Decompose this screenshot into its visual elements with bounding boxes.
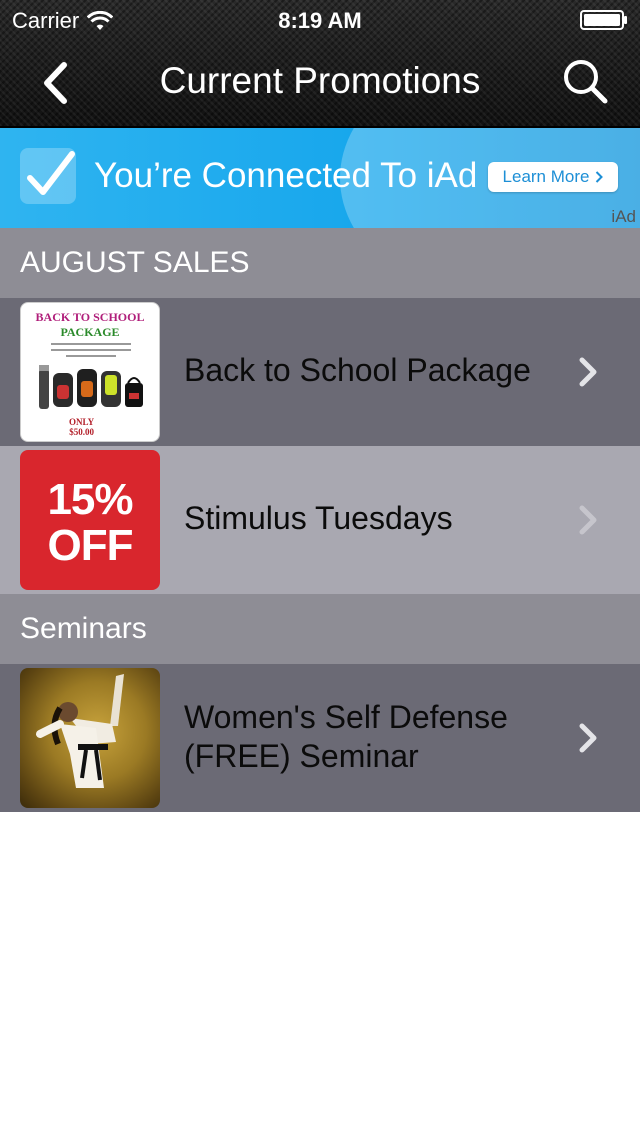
search-icon xyxy=(564,60,608,104)
section-header-seminars: Seminars xyxy=(0,594,640,664)
chevron-right-icon xyxy=(596,171,604,183)
app-header: Carrier 8:19 AM Current Promotions xyxy=(0,0,640,128)
thumb-fine-print xyxy=(66,355,116,357)
learn-more-label: Learn More xyxy=(502,167,590,186)
chevron-right-icon xyxy=(579,357,597,387)
thumb-price: ONLY $50.00 xyxy=(69,417,94,437)
navigation-bar: Current Promotions xyxy=(0,40,640,126)
section-header-august-sales: AUGUST SALES xyxy=(0,228,640,298)
learn-more-button[interactable]: Learn More xyxy=(488,162,618,192)
discount-percent: 15% xyxy=(47,475,133,524)
status-time: 8:19 AM xyxy=(278,8,362,33)
thumb-price-value: $50.00 xyxy=(69,427,94,437)
promo-row-self-defense[interactable]: Women's Self Defense (FREE) Seminar xyxy=(0,664,640,812)
thumb-title-line: BACK TO SCHOOL xyxy=(35,310,145,324)
checkmark-icon xyxy=(20,148,76,204)
chevron-left-icon xyxy=(44,62,67,104)
battery-icon xyxy=(580,10,627,30)
self-defense-thumbnail xyxy=(20,668,160,808)
thumb-fine-print xyxy=(51,343,131,345)
page-title: Current Promotions xyxy=(159,60,481,101)
chevron-right-icon xyxy=(579,723,597,753)
iad-banner[interactable]: You’re Connected To iAd Learn More iAd xyxy=(0,128,640,228)
promo-title: Back to School Package xyxy=(184,352,531,388)
thumb-fine-print xyxy=(51,349,131,351)
search-button[interactable] xyxy=(558,54,612,108)
discount-word: OFF xyxy=(47,521,134,570)
back-to-school-thumbnail: BACK TO SCHOOL PACKAGE ONLY $50.00 xyxy=(20,302,160,442)
martial-artist-icon xyxy=(36,674,124,788)
status-bar: Carrier 8:19 AM xyxy=(0,0,640,40)
chevron-right-icon xyxy=(579,505,597,535)
discount-badge-thumbnail: 15% OFF xyxy=(20,450,160,590)
thumb-title-line: PACKAGE xyxy=(60,325,120,339)
backpacks-icon xyxy=(39,365,143,409)
promo-row-back-to-school[interactable]: BACK TO SCHOOL PACKAGE ONLY $50.00 Back … xyxy=(0,298,640,446)
promo-title: Women's Self Defense (FREE) Seminar xyxy=(184,699,508,774)
promo-title: Stimulus Tuesdays xyxy=(184,500,453,536)
promo-row-stimulus-tuesdays[interactable]: 15% OFF Stimulus Tuesdays xyxy=(0,446,640,594)
back-button[interactable] xyxy=(30,58,80,108)
thumb-price-label: ONLY xyxy=(69,417,95,427)
ad-message: You’re Connected To iAd xyxy=(94,156,478,195)
empty-list-area xyxy=(0,812,640,1136)
iad-badge: iAd xyxy=(611,207,636,226)
